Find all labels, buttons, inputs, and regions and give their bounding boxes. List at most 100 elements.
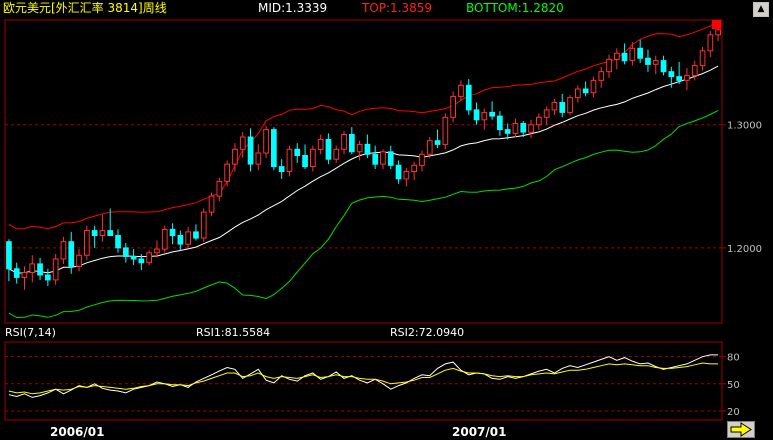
candlestick (247, 128, 254, 172)
next-page-icon[interactable] (727, 421, 755, 438)
candlestick (411, 161, 417, 181)
candlestick (169, 223, 176, 245)
candlestick (84, 225, 90, 261)
candlestick (520, 121, 527, 138)
candle-body (652, 60, 659, 65)
candlestick (442, 113, 449, 150)
mid-readout: MID:1.3339 (258, 1, 328, 15)
candle-body (325, 139, 332, 160)
rsi-lines (8, 354, 719, 398)
candlestick (325, 133, 332, 165)
candlestick (130, 249, 137, 266)
candle-body (614, 52, 620, 60)
rsi-tick-label: 80 (727, 353, 740, 364)
candlestick (263, 125, 269, 158)
candlestick (200, 208, 207, 242)
candle-body (161, 228, 168, 250)
candlestick (224, 160, 231, 187)
candlestick (294, 143, 301, 163)
candlestick (606, 54, 612, 78)
price-tick-label: 1.3000 (727, 121, 762, 132)
candlestick (575, 85, 581, 103)
rsi2-line (8, 362, 719, 395)
candle-body (37, 263, 43, 276)
candle-body (637, 47, 643, 59)
candlestick (271, 127, 277, 171)
candle-body (255, 152, 262, 165)
lower-band-line (8, 109, 719, 319)
candle-body (200, 211, 207, 239)
candle-body (590, 79, 597, 94)
candle-body (512, 123, 519, 134)
candlestick (395, 160, 402, 184)
scroll-up-button[interactable]: ▲ (753, 2, 769, 17)
chart-frame (4, 19, 723, 421)
candlestick (512, 118, 519, 138)
candlesticks (6, 24, 721, 290)
candlestick (123, 242, 129, 263)
candlestick (115, 229, 121, 253)
candle-body (294, 148, 301, 157)
candlestick (356, 140, 363, 161)
candle-body (123, 247, 129, 257)
candlestick (52, 254, 59, 285)
candle-body (668, 71, 675, 78)
candlestick (99, 214, 106, 242)
candlestick (426, 137, 433, 158)
candle-body (372, 153, 379, 165)
rsi-title: RSI(7,14) (5, 326, 56, 339)
candle-body (567, 97, 573, 113)
candle-body (154, 248, 160, 254)
candle-body (458, 84, 464, 97)
candle-body (559, 102, 566, 113)
price-grid (5, 124, 726, 249)
candle-body (349, 134, 355, 153)
candlestick (419, 150, 425, 172)
y-tick-labels: 1.3000 1.2000 80 50 20 (727, 121, 762, 418)
candlestick (676, 61, 682, 85)
candle-body (193, 231, 199, 239)
candlestick (380, 149, 386, 170)
candlestick (387, 145, 394, 170)
candle-body (29, 263, 36, 273)
candle-body (645, 57, 651, 65)
candlestick (481, 108, 488, 130)
candle-body (239, 136, 246, 150)
candlestick (489, 101, 495, 120)
candle-body (99, 230, 106, 237)
candlestick (317, 134, 324, 155)
rsi1-readout: RSI1:81.5584 (196, 326, 271, 339)
candle-body (442, 116, 449, 145)
candlestick (403, 167, 410, 187)
candle-body (598, 71, 605, 81)
chart-canvas: 1.3000 1.2000 80 50 20 (4, 19, 762, 421)
candle-body (707, 34, 714, 52)
candlestick (310, 145, 316, 172)
candlestick (13, 262, 20, 284)
candlestick (559, 93, 566, 118)
candle-body (224, 163, 231, 182)
candle-body (232, 148, 238, 165)
candle-body (333, 148, 340, 160)
candle-body (68, 241, 75, 267)
candlestick (286, 145, 293, 177)
candlestick (21, 266, 28, 290)
candlestick (146, 250, 153, 266)
candlestick (302, 144, 308, 170)
candlestick (497, 111, 503, 136)
candlestick (707, 31, 714, 57)
rsi-tick-label: 20 (727, 407, 740, 418)
date-label-2006: 2006/01 (50, 425, 105, 439)
candle-body (411, 164, 417, 173)
candlestick (458, 80, 464, 102)
candle-body (286, 148, 293, 173)
candlestick (91, 225, 98, 248)
candlestick (372, 145, 379, 170)
bottom-readout: BOTTOM:1.2820 (466, 1, 564, 15)
candle-body (551, 102, 558, 111)
candle-body (465, 84, 472, 111)
candle-body (216, 180, 223, 197)
candle-body (520, 123, 527, 133)
candlestick (29, 255, 36, 283)
candlestick (465, 79, 472, 115)
